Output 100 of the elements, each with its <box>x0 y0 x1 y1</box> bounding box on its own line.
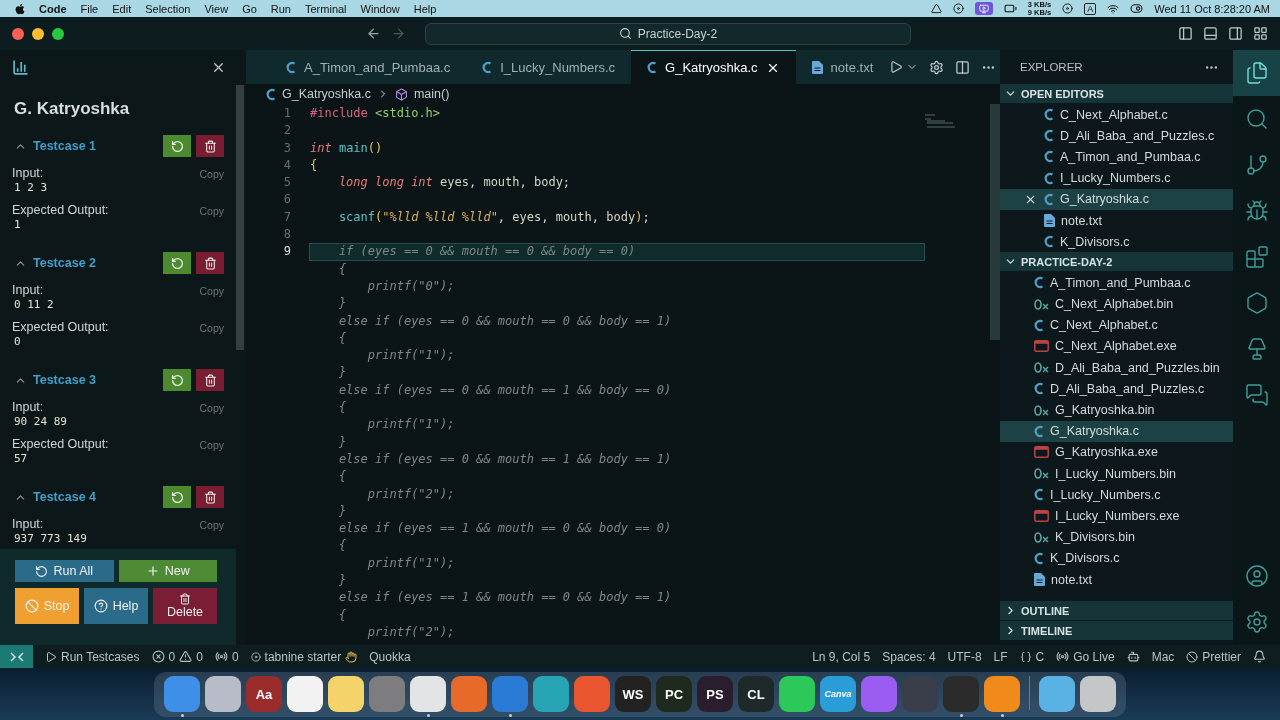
explorer-entry[interactable]: G_Katryoshka.bin <box>1000 399 1233 421</box>
cone-icon[interactable] <box>930 3 942 14</box>
explorer-entry[interactable]: A_Timon_and_Pumbaa.c <box>1000 272 1233 294</box>
copy-link[interactable]: Copy <box>199 402 224 414</box>
folder-icon[interactable] <box>1039 676 1075 712</box>
run-testcases-button[interactable]: Run Testcases <box>39 645 146 668</box>
run-icon[interactable] <box>889 60 904 74</box>
copy-link[interactable]: Copy <box>199 205 224 217</box>
prettier-button[interactable]: Prettier <box>1180 645 1247 668</box>
rerun-button[interactable] <box>163 486 191 508</box>
explorer-entry[interactable]: D_Ali_Baba_and_Puzzles.c <box>1000 125 1233 147</box>
explorer-entry[interactable]: note.txt <box>1000 209 1233 232</box>
menu-item[interactable]: Window <box>353 2 407 15</box>
status-item[interactable]: Ln 9, Col 5 <box>806 645 877 668</box>
trash-icon[interactable] <box>1080 676 1116 712</box>
copy-link[interactable]: Copy <box>199 439 224 451</box>
editor-tab[interactable]: G_Katryoshka.c <box>631 50 796 84</box>
explorer-entry[interactable]: I_Lucky_Numbers.bin <box>1000 463 1233 485</box>
app-icon[interactable] <box>287 676 323 712</box>
app-menu[interactable]: Code <box>32 2 74 15</box>
app-icon[interactable] <box>779 676 815 712</box>
explorer-entry[interactable]: C_Next_Alphabet.c <box>1000 314 1233 336</box>
secondary-sidebar-icon[interactable] <box>1228 26 1243 41</box>
section-header[interactable]: PRACTICE-DAY-2 <box>1000 252 1233 272</box>
menu-item[interactable]: Selection <box>138 2 198 15</box>
minimize-window-button[interactable] <box>32 27 44 40</box>
settings-icon[interactable] <box>929 59 945 75</box>
testcase-value[interactable]: 1 2 3 <box>14 180 224 196</box>
explorer-entry[interactable]: C_Next_Alphabet.exe <box>1000 335 1233 358</box>
section-header[interactable]: OPEN EDITORS <box>1000 84 1233 103</box>
app-icon[interactable] <box>328 676 364 712</box>
copy-link[interactable]: Copy <box>199 168 224 180</box>
status-item[interactable]: LF <box>987 645 1014 668</box>
testcase-value[interactable]: 90 24 89 <box>14 414 224 430</box>
action-button[interactable]: Help <box>84 588 148 624</box>
copy-link[interactable]: Copy <box>199 519 224 531</box>
menu-item[interactable]: View <box>197 2 236 15</box>
breadcrumb-item[interactable]: G_Katryoshka.c <box>282 87 371 101</box>
tabnine-button[interactable]: tabnine starter <box>244 645 364 668</box>
control-center-icon[interactable] <box>1130 2 1144 15</box>
explorer-entry[interactable]: D_Ali_Baba_and_Puzzles.bin <box>1000 357 1233 379</box>
testcase-value[interactable]: 0 <box>14 334 224 350</box>
testcase-value[interactable]: 57 <box>14 451 224 467</box>
explorer-entry[interactable]: K_Divisors.c <box>1000 231 1233 253</box>
screen-record-button[interactable] <box>974 2 993 15</box>
apple-icon[interactable] <box>14 2 26 15</box>
explorer-entry[interactable]: K_Divisors.c <box>1000 547 1233 569</box>
testcase-value[interactable]: 937 773 149 <box>14 531 224 547</box>
app-icon[interactable]: Aa <box>246 676 282 712</box>
app-icon[interactable]: PC <box>656 676 692 712</box>
section-header[interactable]: TIMELINE <box>1000 621 1233 640</box>
sidebar-toggle-icon[interactable] <box>1178 26 1193 41</box>
menu-item[interactable]: Go <box>235 2 264 15</box>
explorer-entry[interactable]: G_Katryoshka.exe <box>1000 441 1233 463</box>
close-window-button[interactable] <box>12 27 24 40</box>
explorer-entry[interactable]: C_Next_Alphabet.c <box>1000 104 1233 126</box>
explorer-entry[interactable]: I_Lucky_Numbers.c <box>1000 167 1233 189</box>
rerun-button[interactable] <box>163 135 191 157</box>
app-icon[interactable] <box>984 676 1020 712</box>
ports-button[interactable]: 0 <box>208 645 245 668</box>
action-button[interactable]: New <box>118 560 217 582</box>
menu-item[interactable]: File <box>73 2 106 15</box>
testcase-value[interactable]: 1 <box>14 217 224 233</box>
disc-icon[interactable] <box>952 3 964 14</box>
status-item[interactable]: Quokka <box>363 645 417 668</box>
explorer-entry[interactable]: D_Ali_Baba_and_Puzzles.c <box>1000 378 1233 400</box>
panel-toggle-icon[interactable] <box>1203 26 1218 41</box>
command-search-field[interactable]: Practice-Day-2 <box>425 22 911 45</box>
scrollbar-thumb[interactable] <box>236 85 244 350</box>
explorer-entry[interactable]: G_Katryoshka.c <box>1000 188 1233 210</box>
copy-link[interactable]: Copy <box>199 285 224 297</box>
activity-bar-item[interactable] <box>1233 50 1280 96</box>
battery-icon[interactable] <box>1003 2 1017 15</box>
section-header[interactable]: OUTLINE <box>1000 601 1233 620</box>
testcase-value[interactable]: 0 11 2 <box>14 297 224 313</box>
status-item[interactable]: UTF-8 <box>941 645 988 668</box>
app-icon[interactable]: CL <box>738 676 774 712</box>
status-item[interactable]: Spaces: 4 <box>876 645 942 668</box>
delete-button[interactable] <box>196 369 224 391</box>
status-item[interactable]: Mac <box>1145 645 1181 668</box>
clock[interactable]: Wed 11 Oct 8:28:20 AM <box>1154 2 1270 15</box>
explorer-entry[interactable]: note.txt <box>1000 568 1233 591</box>
zoom-window-button[interactable] <box>52 27 64 40</box>
app-icon[interactable]: WS <box>615 676 651 712</box>
circle-icon[interactable] <box>1062 3 1074 14</box>
rerun-button[interactable] <box>163 369 191 391</box>
testcase-toggle[interactable]: Testcase 1 <box>14 139 96 153</box>
testcase-toggle[interactable]: Testcase 2 <box>14 256 96 270</box>
copy-link[interactable]: Copy <box>199 322 224 334</box>
split-editor-icon[interactable] <box>955 59 971 75</box>
app-icon[interactable]: PS <box>697 676 733 712</box>
explorer-entry[interactable]: A_Timon_and_Pumbaa.c <box>1000 146 1233 168</box>
explorer-entry[interactable]: I_Lucky_Numbers.c <box>1000 484 1233 506</box>
action-button[interactable]: Run All <box>15 560 114 582</box>
wifi-icon[interactable] <box>1107 2 1120 15</box>
input-source[interactable]: A <box>1084 2 1097 15</box>
app-icon[interactable] <box>205 676 241 712</box>
menu-item[interactable]: Help <box>406 2 444 15</box>
remote-button[interactable] <box>0 645 33 668</box>
menu-item[interactable]: Terminal <box>298 2 354 15</box>
